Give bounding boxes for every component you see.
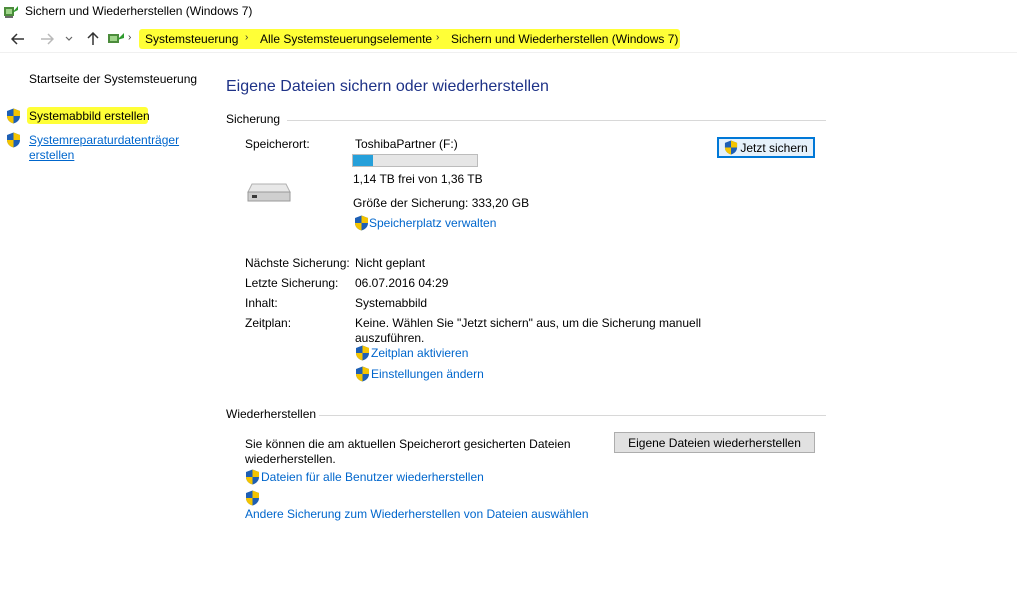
section-title-sicherung: Sicherung	[226, 112, 281, 126]
backup-now-label: Jetzt sichern	[740, 140, 808, 155]
forward-arrow-icon	[41, 33, 54, 45]
schedule-label: Zeitplan:	[245, 316, 292, 330]
breadcrumb-alle-elemente[interactable]: Alle Systemsteuerungselemente	[260, 32, 432, 46]
up-arrow-icon	[87, 32, 99, 45]
window-title: Sichern und Wiederherstellen (Windows 7)	[25, 4, 253, 18]
last-backup-value: 06.07.2016 04:29	[355, 276, 449, 290]
last-backup-label: Letzte Sicherung:	[245, 276, 339, 290]
sidebar-item-reparaturdatentraeger-line2[interactable]: erstellen	[29, 148, 74, 162]
section-divider	[319, 415, 826, 416]
backup-restore-icon	[4, 6, 18, 18]
manage-space-link[interactable]: Speicherplatz verwalten	[369, 216, 496, 230]
back-button[interactable]	[9, 30, 27, 48]
breadcrumb-systemsteuerung[interactable]: Systemsteuerung	[145, 32, 238, 46]
restore-description-line2: wiederherstellen.	[245, 452, 336, 466]
content-value: Systemabbild	[355, 296, 428, 310]
drive-usage-bar	[352, 154, 478, 167]
shield-icon	[7, 108, 20, 124]
sidebar-item-systemabbild[interactable]: Systemabbild erstellen	[29, 109, 150, 123]
location-value: ToshibaPartner (F:)	[355, 137, 458, 151]
address-separator: ›	[245, 32, 249, 43]
schedule-value-line1: Keine. Wählen Sie "Jetzt sichern" aus, u…	[355, 316, 702, 330]
shield-icon	[246, 469, 259, 485]
content-label: Inhalt:	[245, 296, 278, 310]
restore-files-button[interactable]: Eigene Dateien wiederherstellen	[614, 432, 815, 453]
chevron-down-icon	[65, 36, 73, 41]
back-arrow-icon	[11, 33, 24, 45]
section-title-wiederherstellen: Wiederherstellen	[226, 407, 317, 421]
recent-locations-button[interactable]	[63, 30, 75, 48]
next-backup-label: Nächste Sicherung:	[245, 256, 350, 270]
breadcrumb-sichern-wiederherstellen[interactable]: Sichern und Wiederherstellen (Windows 7)	[451, 32, 678, 46]
shield-icon	[356, 345, 369, 361]
address-separator: ›	[436, 32, 440, 43]
free-space-text: 1,14 TB frei von 1,36 TB	[353, 172, 483, 186]
section-divider	[287, 120, 826, 121]
forward-button[interactable]	[38, 30, 56, 48]
schedule-value-line2: auszuführen.	[355, 331, 425, 345]
change-settings-link[interactable]: Einstellungen ändern	[371, 367, 484, 381]
up-button[interactable]	[84, 30, 102, 48]
shield-icon	[355, 215, 368, 231]
shield-icon	[7, 132, 20, 148]
backup-now-button[interactable]: Jetzt sichern	[717, 137, 815, 158]
shield-icon	[356, 366, 369, 382]
control-panel-icon	[108, 33, 124, 43]
next-backup-value: Nicht geplant	[355, 256, 426, 270]
address-separator: ›	[128, 32, 132, 43]
sidebar-home-link[interactable]: Startseite der Systemsteuerung	[29, 72, 197, 86]
backup-size-text: Größe der Sicherung: 333,20 GB	[353, 196, 530, 210]
hard-drive-icon	[247, 183, 291, 202]
sidebar-item-reparaturdatentraeger[interactable]: Systemreparaturdatenträger	[29, 133, 179, 147]
title-bar: Sichern und Wiederherstellen (Windows 7)	[0, 0, 1017, 24]
restore-all-users-link[interactable]: Dateien für alle Benutzer wiederherstell…	[261, 470, 484, 484]
restore-files-label: Eigene Dateien wiederherstellen	[628, 435, 801, 450]
activate-schedule-link[interactable]: Zeitplan aktivieren	[371, 346, 468, 360]
page-title: Eigene Dateien sichern oder wiederherste…	[226, 78, 549, 95]
restore-description-line1: Sie können die am aktuellen Speicherort …	[245, 437, 571, 451]
drive-usage-fill	[353, 155, 373, 166]
location-label: Speicherort:	[245, 137, 310, 151]
shield-icon	[725, 140, 738, 155]
shield-icon	[246, 490, 259, 506]
choose-other-backup-link[interactable]: Andere Sicherung zum Wiederherstellen vo…	[245, 507, 589, 521]
